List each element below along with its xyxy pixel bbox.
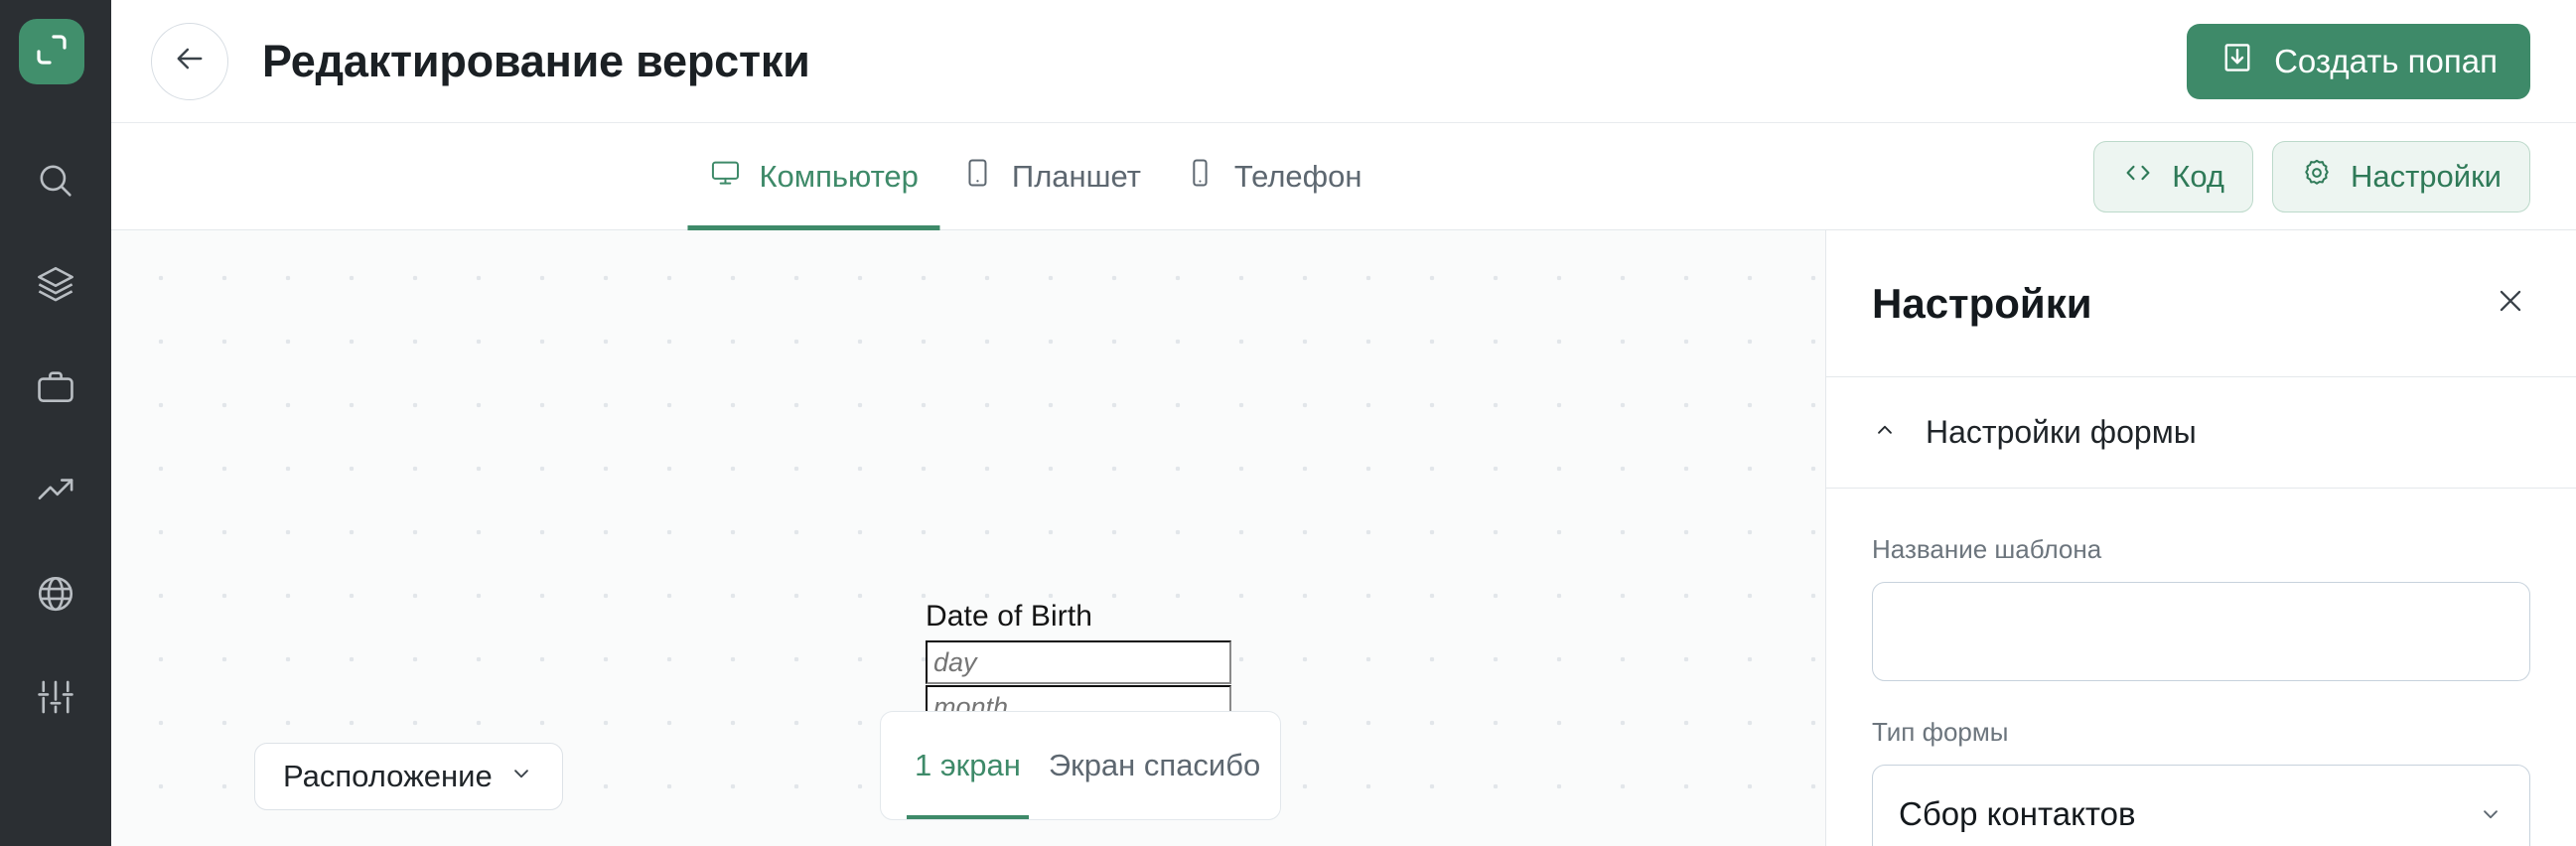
editor-canvas[interactable]: Date of Birth Расположение [111,230,1825,846]
sliders-icon [35,676,76,718]
create-popup-label: Создать попап [2274,42,2498,79]
date-of-birth-label: Date of Birth [926,600,1093,633]
left-nav-rail [0,0,111,846]
screen-tab-first[interactable]: 1 экран [901,712,1035,819]
day-input[interactable] [926,640,1231,684]
sidebar-item-globe[interactable] [0,542,111,645]
monitor-icon [709,157,741,197]
settings-panel: Настройки Настройки формы Название шабло… [1825,230,2576,846]
trending-up-icon [35,470,76,511]
form-settings-section-title: Настройки формы [1926,414,2197,450]
app-body: Редактирование верстки Создать попап Ком… [111,0,2576,846]
screen-tab-first-label: 1 экран [915,748,1021,782]
gear-icon [2301,157,2333,197]
briefcase-icon [35,366,76,408]
close-panel-button[interactable] [2485,278,2536,330]
tab-desktop[interactable]: Компьютер [687,123,941,230]
form-settings-section-header[interactable]: Настройки формы [1826,377,2576,489]
template-name-field: Название шаблона [1872,534,2530,681]
settings-button-label: Настройки [2350,159,2502,194]
form-type-label: Тип формы [1872,717,2009,747]
page-title: Редактирование верстки [262,35,810,86]
globe-icon [35,573,76,615]
toolbar-actions: Код Настройки [2093,123,2530,230]
rail-icon-list [0,129,111,749]
popup-download-icon [2219,40,2255,83]
tab-tablet-label: Планшет [1011,159,1141,194]
settings-panel-body: Название шаблона Тип формы Сбор контакто… [1826,489,2576,846]
template-name-label: Название шаблона [1872,534,2102,564]
arrow-left-icon [172,41,208,81]
phone-icon [1185,157,1216,197]
sidebar-item-search[interactable] [0,129,111,232]
form-type-field: Тип формы Сбор контактов [1872,717,2530,846]
app-logo[interactable] [19,19,84,84]
settings-panel-header: Настройки [1826,230,2576,377]
screen-tab-list: 1 экран Экран спасибо [880,711,1281,820]
template-name-input[interactable] [1872,582,2530,681]
form-type-select[interactable]: Сбор контактов [1872,765,2530,846]
screen-tab-thankyou-label: Экран спасибо [1048,748,1261,782]
device-toolbar: Компьютер Планшет Телефон Код Настройки [111,123,2576,230]
close-icon [2494,284,2527,323]
chevron-down-icon [508,759,534,794]
search-icon [35,160,76,202]
placement-dropdown-button[interactable]: Расположение [254,743,563,810]
sidebar-item-analytics[interactable] [0,439,111,542]
form-type-selected-value: Сбор контактов [1899,795,2136,832]
code-brackets-icon [2122,157,2154,197]
create-popup-button[interactable]: Создать попап [2187,23,2530,99]
layers-icon [35,263,76,305]
sidebar-item-briefcase[interactable] [0,336,111,439]
page-header: Редактирование верстки Создать попап [111,0,2576,123]
placement-button-label: Расположение [283,759,493,793]
main-area: Date of Birth Расположение [111,230,2576,846]
screen-tab-thankyou[interactable]: Экран спасибо [1035,712,1274,819]
device-tab-list: Компьютер Планшет Телефон [687,123,1383,230]
tab-desktop-label: Компьютер [759,159,919,194]
settings-button[interactable]: Настройки [2271,141,2530,212]
settings-panel-title: Настройки [1872,279,2092,327]
tab-phone-label: Телефон [1233,159,1362,194]
tablet-icon [962,157,994,197]
sidebar-item-layers[interactable] [0,232,111,336]
code-button-label: Код [2172,159,2224,194]
chevron-down-icon [2478,801,2504,827]
chevron-up-icon [1872,417,1898,448]
app-root: Редактирование верстки Создать попап Ком… [0,0,2576,846]
tab-tablet[interactable]: Планшет [940,123,1163,230]
back-button[interactable] [151,22,228,100]
brackets-logo-icon [34,32,70,72]
tab-phone[interactable]: Телефон [1163,123,1384,230]
code-button[interactable]: Код [2093,141,2253,212]
sidebar-item-settings-sliders[interactable] [0,645,111,749]
